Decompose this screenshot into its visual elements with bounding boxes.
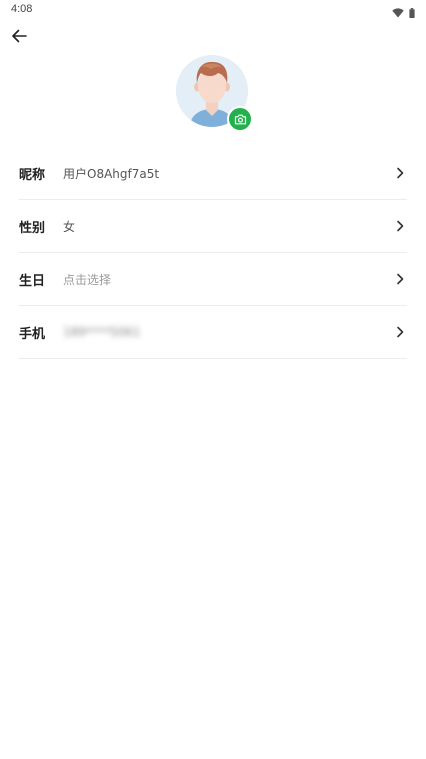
chevron-right-icon xyxy=(393,219,407,233)
gender-value: 女 xyxy=(63,219,76,234)
wifi-icon xyxy=(392,3,404,22)
status-icons xyxy=(392,3,415,22)
back-button[interactable] xyxy=(6,25,32,49)
arrow-left-icon xyxy=(11,28,27,47)
birthday-value: 点击选择 xyxy=(63,272,112,287)
battery-icon xyxy=(409,3,415,22)
birthday-row[interactable]: 生日 点击选择 xyxy=(19,253,407,306)
nickname-value: 用户O8Ahgf7a5t xyxy=(63,166,160,181)
phone-value: 189****5061 xyxy=(63,325,141,339)
status-bar: 4:08 xyxy=(0,0,426,20)
camera-icon xyxy=(234,110,247,129)
gender-row[interactable]: 性别 女 xyxy=(19,200,407,253)
birthday-label: 生日 xyxy=(19,273,46,289)
nickname-row[interactable]: 昵称 用户O8Ahgf7a5t xyxy=(19,147,407,200)
chevron-right-icon xyxy=(393,166,407,180)
phone-row[interactable]: 手机 189****5061 xyxy=(19,306,407,359)
avatar-upload[interactable] xyxy=(176,55,253,132)
camera-badge[interactable] xyxy=(227,106,253,132)
gender-label: 性别 xyxy=(19,220,46,236)
chevron-right-icon xyxy=(393,325,407,339)
profile-list: 昵称 用户O8Ahgf7a5t 性别 女 生日 点击选择 手机 189****5… xyxy=(19,147,407,359)
chevron-right-icon xyxy=(393,272,407,286)
status-time: 4:08 xyxy=(11,3,33,15)
phone-label: 手机 xyxy=(19,326,46,342)
nickname-label: 昵称 xyxy=(19,167,46,183)
